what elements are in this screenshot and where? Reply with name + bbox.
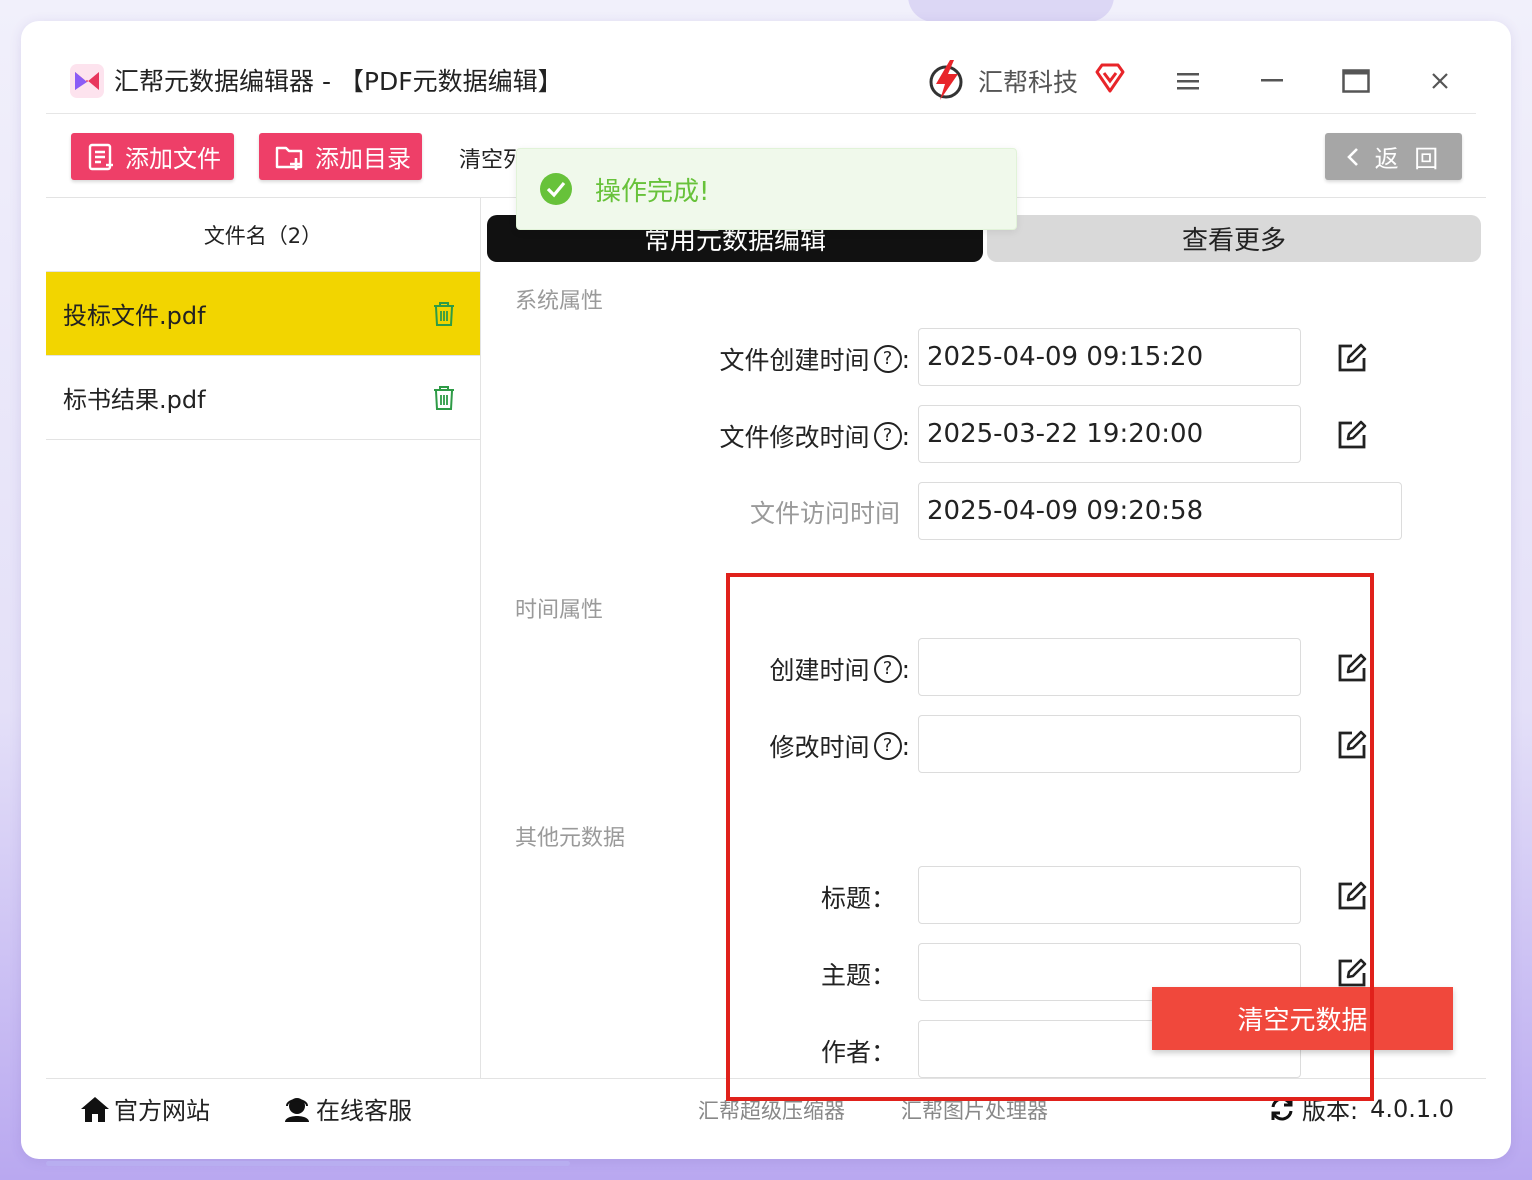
- compressor-app-link[interactable]: 汇帮超级压缩器: [698, 1095, 845, 1125]
- edit-icon[interactable]: [1336, 652, 1368, 684]
- edit-icon[interactable]: [1336, 880, 1368, 912]
- file-created-input[interactable]: [918, 328, 1301, 386]
- file-accessed-label: 文件访问时间: [749, 499, 900, 528]
- section-other-meta: 其他元数据: [515, 826, 626, 851]
- tab-view-more[interactable]: 查看更多: [987, 215, 1481, 262]
- section-system-props: 系统属性: [515, 289, 604, 314]
- edit-icon[interactable]: [1336, 729, 1368, 761]
- official-website-link[interactable]: 官方网站: [80, 1091, 210, 1126]
- help-icon[interactable]: ?: [873, 655, 902, 683]
- file-item[interactable]: 标书结果.pdf: [46, 356, 480, 440]
- toast-message: 操作完成!: [595, 176, 710, 207]
- trash-icon[interactable]: [432, 385, 456, 411]
- edit-icon[interactable]: [1336, 419, 1368, 451]
- modified-time-input[interactable]: [918, 715, 1301, 773]
- label-colon: :: [901, 421, 910, 451]
- file-created-label-text: 文件创建时间: [719, 346, 870, 375]
- add-file-label: 添加文件: [125, 145, 221, 173]
- subject-label: 主题：: [820, 961, 896, 990]
- support-agent-icon: [285, 1097, 309, 1122]
- file-item[interactable]: 投标文件.pdf: [46, 272, 480, 356]
- online-support-link[interactable]: 在线客服: [282, 1091, 412, 1126]
- brand-lightning-icon: [929, 60, 963, 100]
- image-processor-app-link[interactable]: 汇帮图片处理器: [901, 1095, 1048, 1125]
- created-time-label: 创建时间 ? :: [770, 651, 910, 687]
- file-list-icon: [88, 143, 113, 170]
- file-accessed-input: [918, 482, 1402, 540]
- file-created-label: 文件创建时间 ? :: [720, 341, 910, 377]
- maximize-button[interactable]: [1339, 64, 1373, 98]
- help-icon[interactable]: ?: [873, 422, 902, 450]
- clear-metadata-button[interactable]: 清空元数据: [1152, 987, 1453, 1050]
- file-name: 标书结果.pdf: [63, 386, 206, 414]
- minimize-button[interactable]: [1255, 64, 1289, 98]
- back-label: 返 回: [1374, 145, 1443, 173]
- help-icon[interactable]: ?: [873, 732, 902, 760]
- edit-icon[interactable]: [1336, 957, 1368, 989]
- success-toast: 操作完成!: [516, 148, 1017, 230]
- modified-time-label-text: 修改时间: [769, 733, 870, 762]
- back-button[interactable]: 返 回: [1325, 133, 1462, 180]
- author-label: 作者：: [820, 1038, 896, 1067]
- online-support-label: 在线客服: [316, 1097, 412, 1125]
- hamburger-icon: [1177, 73, 1199, 90]
- home-icon: [81, 1096, 109, 1122]
- minimize-icon: [1261, 79, 1283, 82]
- background-shape: [908, 0, 1114, 22]
- add-directory-button[interactable]: 添加目录: [259, 133, 422, 180]
- add-file-button[interactable]: 添加文件: [71, 133, 234, 180]
- bottom-accent-bar: [46, 1161, 570, 1166]
- app-logo-icon: [70, 64, 104, 98]
- close-button[interactable]: [1423, 64, 1457, 98]
- refresh-icon: [1271, 1097, 1293, 1120]
- help-icon[interactable]: ?: [873, 345, 902, 373]
- clear-list-button[interactable]: 清空列表: [459, 142, 519, 174]
- title-bar: 汇帮元数据编辑器 - 【PDF元数据编辑】 汇帮科技: [46, 50, 1476, 114]
- created-time-label-text: 创建时间: [769, 656, 870, 685]
- version-info: 版本: 4.0.1.0: [1268, 1091, 1454, 1126]
- menu-button[interactable]: [1171, 64, 1205, 98]
- trash-icon[interactable]: [432, 301, 456, 327]
- created-time-input[interactable]: [918, 638, 1301, 696]
- brand-name: 汇帮科技: [978, 68, 1079, 97]
- official-website-label: 官方网站: [114, 1097, 210, 1125]
- file-name: 投标文件.pdf: [63, 302, 206, 330]
- label-colon: :: [901, 344, 910, 374]
- version-label: 版本:: [1302, 1097, 1359, 1125]
- section-time-props: 时间属性: [515, 598, 604, 623]
- modified-time-label: 修改时间 ? :: [770, 728, 910, 764]
- title-label: 标题：: [820, 884, 896, 913]
- version-value: 4.0.1.0: [1370, 1094, 1455, 1123]
- check-circle-icon: [540, 173, 572, 205]
- vip-diamond-icon[interactable]: [1094, 62, 1126, 94]
- folder-add-icon: [275, 146, 303, 170]
- close-icon: [1432, 73, 1448, 89]
- file-modified-label-text: 文件修改时间: [719, 423, 870, 452]
- edit-icon[interactable]: [1336, 342, 1368, 374]
- maximize-icon: [1342, 69, 1370, 93]
- label-colon: :: [901, 654, 910, 684]
- app-title: 汇帮元数据编辑器 - 【PDF元数据编辑】: [114, 67, 563, 96]
- chevron-left-icon: [1346, 147, 1358, 166]
- label-colon: :: [901, 731, 910, 761]
- add-directory-label: 添加目录: [315, 145, 411, 173]
- footer: 官方网站 在线客服 汇帮超级压缩器 汇帮图片处理器 版本: 4.0.1.0: [46, 1078, 1486, 1136]
- file-list-header: 文件名（2）: [46, 198, 480, 272]
- file-modified-input[interactable]: [918, 405, 1301, 463]
- title-input[interactable]: [918, 866, 1301, 924]
- file-modified-label: 文件修改时间 ? :: [720, 418, 910, 454]
- file-list-panel: 文件名（2） 投标文件.pdf 标书结果.pdf: [46, 198, 481, 1078]
